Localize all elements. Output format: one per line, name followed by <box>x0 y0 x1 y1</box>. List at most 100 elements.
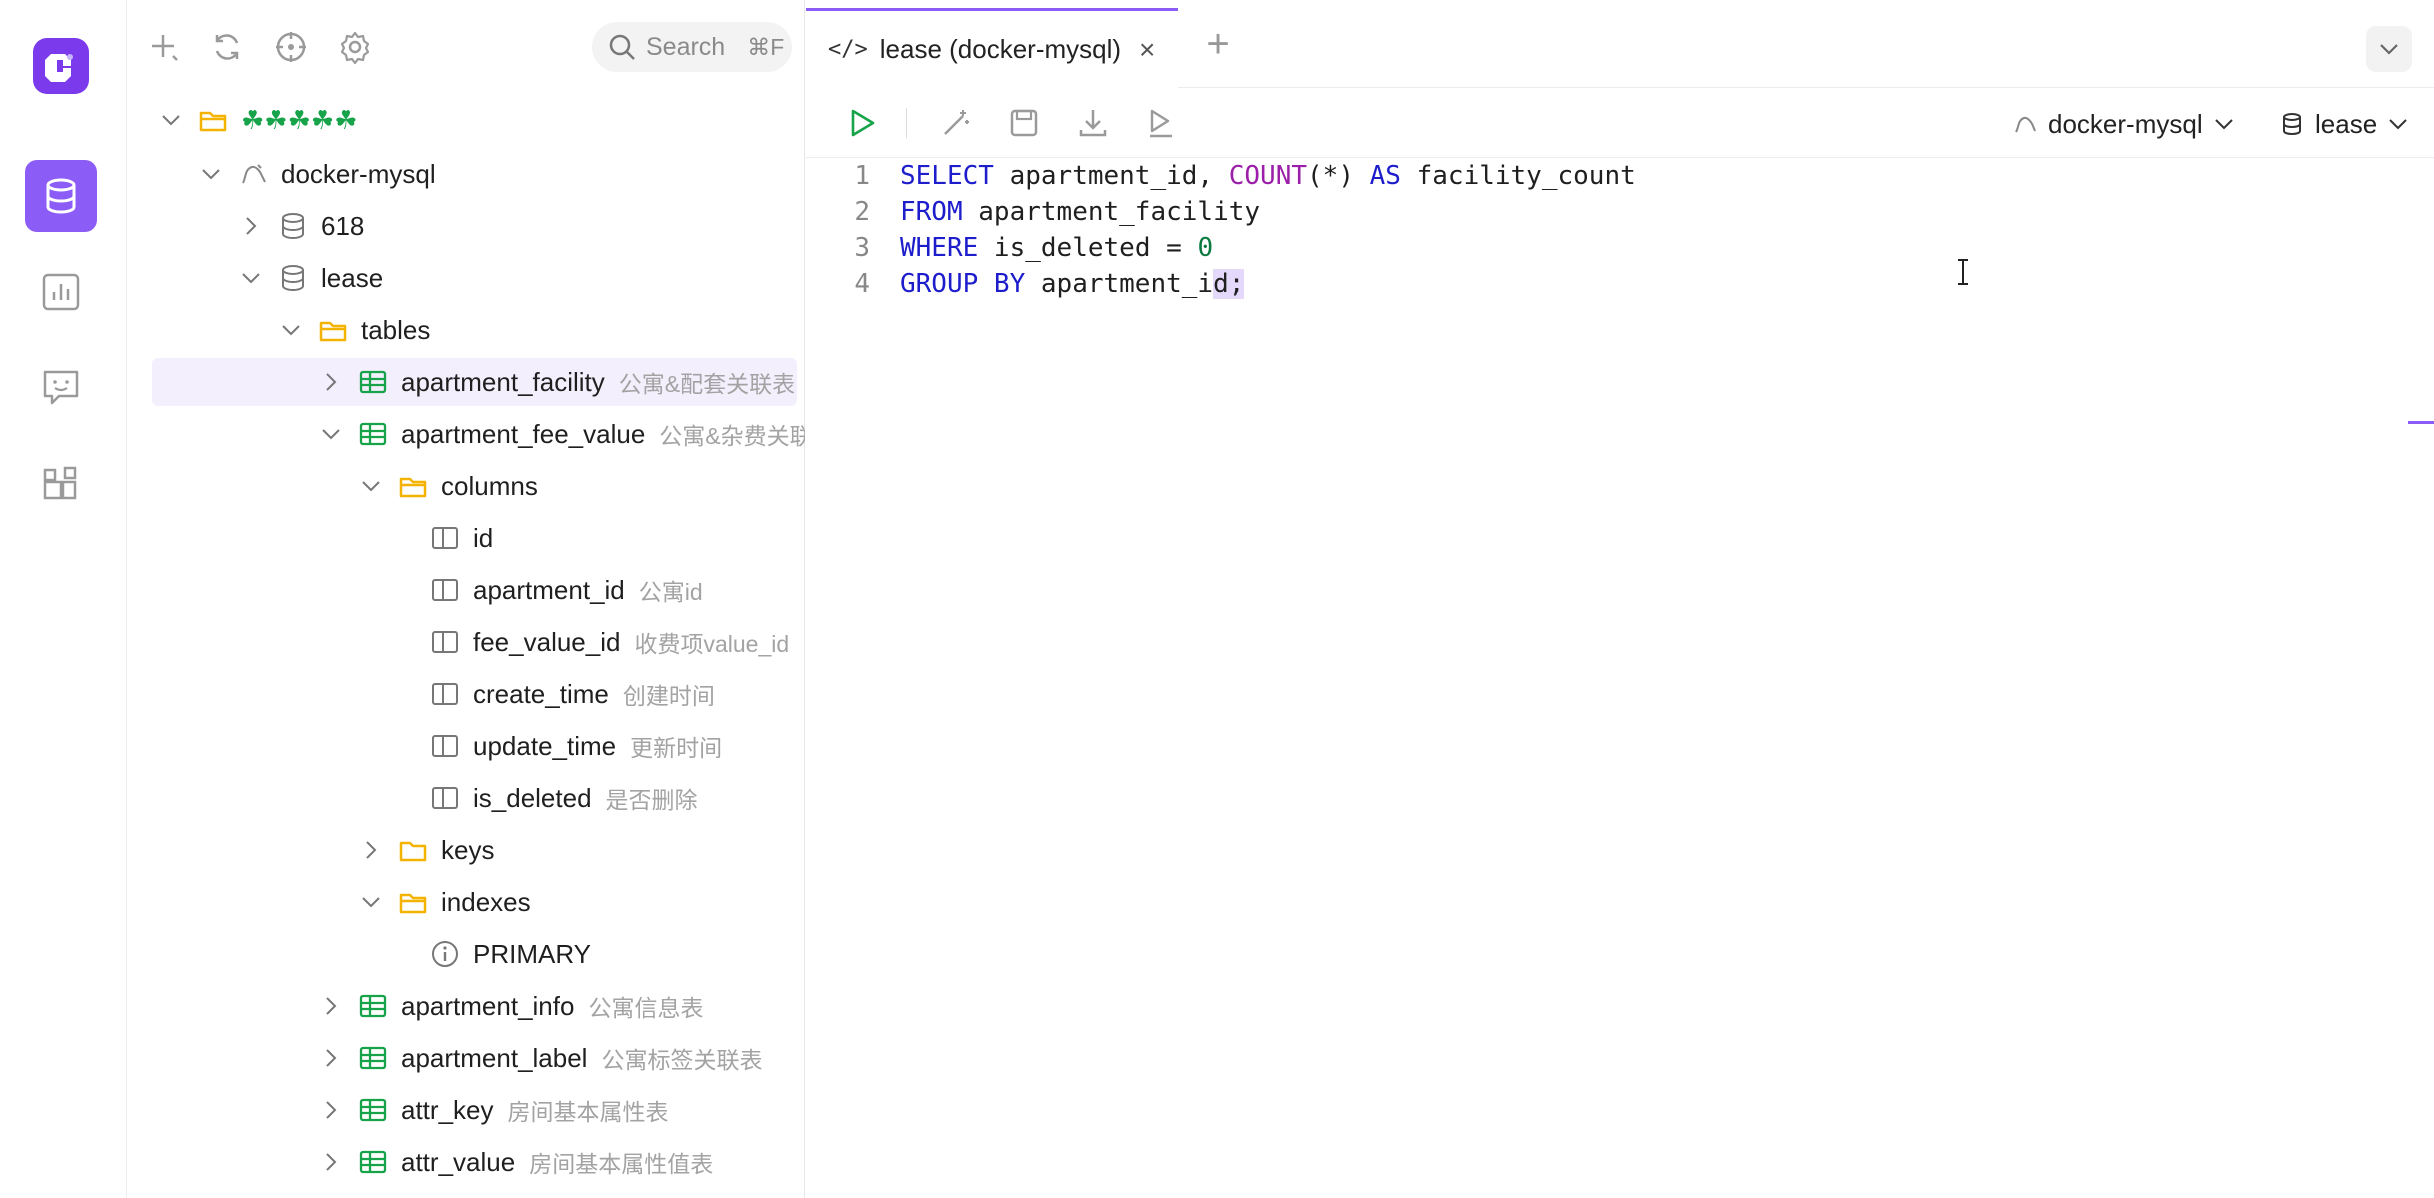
tree-indexes-folder[interactable]: indexes <box>127 878 805 926</box>
save-icon <box>1010 109 1038 137</box>
sql-keyword: WHERE <box>900 233 979 263</box>
connection-select[interactable]: docker-mysql <box>2012 106 2245 142</box>
download-button[interactable] <box>1073 103 1113 143</box>
new-tab-button[interactable]: + <box>1198 24 1238 66</box>
settings-button[interactable] <box>336 28 374 66</box>
column-icon <box>429 730 461 762</box>
column-label: create_time <box>473 678 609 709</box>
tree-connection[interactable]: docker-mysql <box>127 150 805 198</box>
nav-plugins[interactable] <box>25 448 97 520</box>
tree-table-attr-key[interactable]: attr_key 房间基本属性表 <box>127 1086 805 1134</box>
nav-dashboard[interactable] <box>25 256 97 328</box>
table-label: apartment_facility <box>401 366 605 397</box>
sql-keyword: FROM <box>900 197 963 227</box>
folder-icon <box>397 834 429 866</box>
table-label: apartment_info <box>401 990 575 1021</box>
folder-open-icon <box>317 314 349 346</box>
selected-text: d; <box>1213 269 1245 299</box>
index-label: PRIMARY <box>473 938 591 969</box>
tab-list-button[interactable] <box>2366 26 2412 72</box>
chevron-right-icon[interactable] <box>319 370 343 394</box>
code-line[interactable]: 4 GROUP BY apartment_id; <box>806 266 2434 302</box>
connection-label: docker-mysql <box>281 158 436 189</box>
tree-table-apartment-label[interactable]: apartment_label 公寓标签关联表 <box>127 1034 805 1082</box>
chevron-down-icon[interactable] <box>199 162 223 186</box>
table-label: apartment_label <box>401 1042 588 1073</box>
nav-database[interactable] <box>25 160 97 232</box>
chevron-down-icon[interactable] <box>239 266 263 290</box>
run-button[interactable] <box>842 103 882 143</box>
code-line[interactable]: 1 SELECT apartment_id, COUNT(*) AS facil… <box>806 158 2434 194</box>
tree-column-apartment-id[interactable]: apartment_id 公寓id <box>127 566 805 614</box>
app-logo[interactable] <box>33 38 89 94</box>
chevron-down-icon[interactable] <box>359 890 383 914</box>
line-number: 3 <box>854 233 870 263</box>
chevron-down-icon <box>2214 119 2233 130</box>
tree-root-folder[interactable]: ☘☘☘☘☘ <box>127 96 805 144</box>
nav-chat[interactable] <box>25 352 97 424</box>
tree-tables-folder[interactable]: tables <box>127 306 805 354</box>
chevron-down-icon[interactable] <box>319 422 343 446</box>
column-icon <box>429 522 461 554</box>
code-editor[interactable]: 1 SELECT apartment_id, COUNT(*) AS facil… <box>806 158 2434 1198</box>
chevron-right-icon[interactable] <box>319 1098 343 1122</box>
column-comment: 收费项value_id <box>634 631 790 657</box>
locate-button[interactable] <box>272 28 310 66</box>
tree-table-apartment-info[interactable]: apartment_info 公寓信息表 <box>127 982 805 1030</box>
tree-column-update-time[interactable]: update_time 更新时间 <box>127 722 805 770</box>
tree-column-id[interactable]: id <box>127 514 805 562</box>
run-selection-button[interactable] <box>1141 103 1181 143</box>
tab-lease-docker-mysql[interactable]: </> lease (docker-mysql) × <box>806 8 1178 88</box>
line-number: 2 <box>854 197 870 227</box>
tree-column-fee-value-id[interactable]: fee_value_id 收费项value_id <box>127 618 805 666</box>
sql-function: COUNT <box>1228 161 1308 191</box>
sql-editor-panel: </> lease (docker-mysql) × + docker-mysq… <box>806 0 2434 1198</box>
tree-table-apartment-fee-value[interactable]: apartment_fee_value 公寓&杂费关联 <box>127 410 805 458</box>
text-cursor-icon <box>1958 259 1968 285</box>
tree-index-primary[interactable]: PRIMARY <box>127 930 805 978</box>
sql-keyword: SELECT <box>900 161 994 191</box>
chevron-right-icon[interactable] <box>319 994 343 1018</box>
db-lease-label: lease <box>321 262 384 293</box>
tree-column-create-time[interactable]: create_time 创建时间 <box>127 670 805 718</box>
tree-table-attr-value[interactable]: attr_value 房间基本属性值表 <box>127 1138 805 1186</box>
save-button[interactable] <box>1004 103 1044 143</box>
tables-folder-label: tables <box>361 314 431 345</box>
column-label: is_deleted <box>473 782 592 813</box>
refresh-button[interactable] <box>208 28 246 66</box>
table-icon <box>357 990 389 1022</box>
gear-icon <box>340 31 370 64</box>
chevron-down-icon[interactable] <box>359 474 383 498</box>
line-text: GROUP BY apartment_id; <box>900 269 1245 299</box>
tree-keys-folder[interactable]: keys <box>127 826 805 874</box>
database-select[interactable]: lease <box>2279 106 2419 142</box>
database-explorer: Search ⌘F ☘☘☘☘☘ docker-mysql 618 lease t… <box>127 0 805 1198</box>
code-line[interactable]: 3 WHERE is_deleted = 0 <box>806 230 2434 266</box>
close-tab-button[interactable]: × <box>1139 34 1155 66</box>
table-label: apartment_fee_value <box>401 418 646 449</box>
search-box[interactable]: Search ⌘F <box>592 22 792 72</box>
tree-db-618[interactable]: 618 <box>127 202 805 250</box>
chevron-right-icon[interactable] <box>319 1150 343 1174</box>
table-comment: 房间基本属性表 <box>507 1099 669 1125</box>
tree-db-lease[interactable]: lease <box>127 254 805 302</box>
tree-column-is-deleted[interactable]: is_deleted 是否删除 <box>127 774 805 822</box>
chevron-right-icon[interactable] <box>359 838 383 862</box>
chevron-down-icon[interactable] <box>159 108 183 132</box>
refresh-icon <box>215 34 239 60</box>
add-connection-button[interactable] <box>145 28 183 66</box>
columns-folder-label: columns <box>441 470 538 501</box>
line-text: FROM apartment_facility <box>900 197 1260 227</box>
sql-text: apartment_i <box>1025 269 1214 299</box>
target-icon <box>276 32 306 62</box>
chevron-right-icon[interactable] <box>319 1046 343 1070</box>
tree-columns-folder[interactable]: columns <box>127 462 805 510</box>
scrollbar-marker[interactable] <box>2408 421 2434 424</box>
code-line[interactable]: 2 FROM apartment_facility <box>806 194 2434 230</box>
chevron-down-icon[interactable] <box>279 318 303 342</box>
chevron-right-icon[interactable] <box>239 214 263 238</box>
magic-wand-icon <box>944 110 969 135</box>
format-button[interactable] <box>936 103 976 143</box>
tree-table-apartment-facility[interactable]: apartment_facility 公寓&配套关联表 <box>152 358 797 406</box>
sql-keyword: GROUP BY <box>900 269 1026 299</box>
